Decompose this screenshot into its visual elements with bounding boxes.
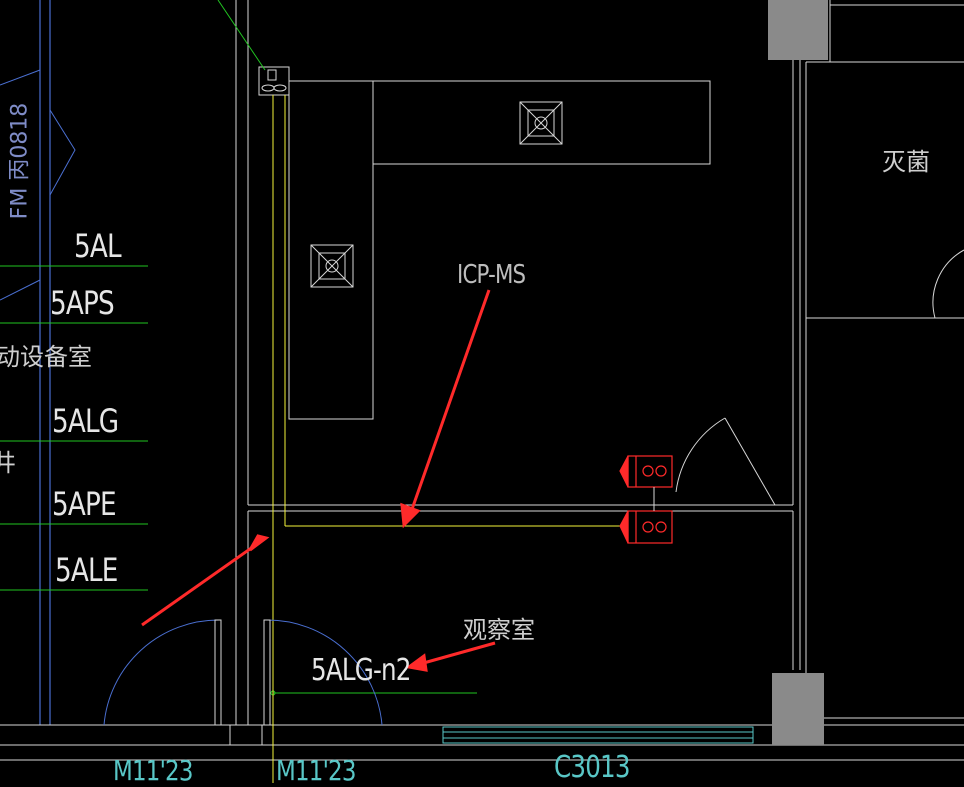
circuit-label-5al: 5AL: [74, 227, 122, 265]
ceiling-diffuser-1[interactable]: [519, 101, 563, 145]
circuit-label-5alg: 5ALG: [52, 402, 119, 440]
aux-equipment-room-label: 动设备室: [0, 343, 92, 371]
observation-room-label: 观察室: [463, 616, 535, 644]
socket-outlet-upper[interactable]: [619, 455, 673, 488]
door-swing-observation[interactable]: [675, 417, 776, 506]
door-swing-left[interactable]: [103, 619, 222, 726]
circuit-label-5aps: 5APS: [50, 284, 115, 322]
structural-column-bottom: [772, 673, 824, 745]
cad-drawing-canvas[interactable]: [0, 0, 964, 783]
socket-outlet-lower[interactable]: [619, 510, 673, 544]
window-c3013[interactable]: [442, 726, 754, 744]
side-character-label: 井: [0, 449, 16, 477]
door-tag-right: M11'23: [276, 754, 356, 787]
structural-column-top: [768, 0, 828, 60]
ceiling-diffuser-2[interactable]: [310, 244, 354, 288]
circuit-label-5ale: 5ALE: [55, 551, 118, 589]
circuit-label-5ape: 5APE: [52, 485, 117, 523]
rotated-fire-door-label: FM 丙0818: [7, 102, 33, 220]
window-tag: C3013: [554, 750, 631, 785]
icp-ms-label: ICP-MS: [457, 260, 526, 290]
door-swing-sterilize[interactable]: [932, 249, 964, 319]
circuit-label-5alg-n2: 5ALG-n2: [311, 653, 411, 688]
door-tag-left: M11'23: [113, 754, 193, 787]
lab-bench[interactable]: [288, 80, 711, 420]
sterilize-room-label: 灭菌: [882, 148, 930, 176]
fan-unit-icon[interactable]: [258, 66, 290, 96]
annotation-arrows: [141, 289, 496, 672]
